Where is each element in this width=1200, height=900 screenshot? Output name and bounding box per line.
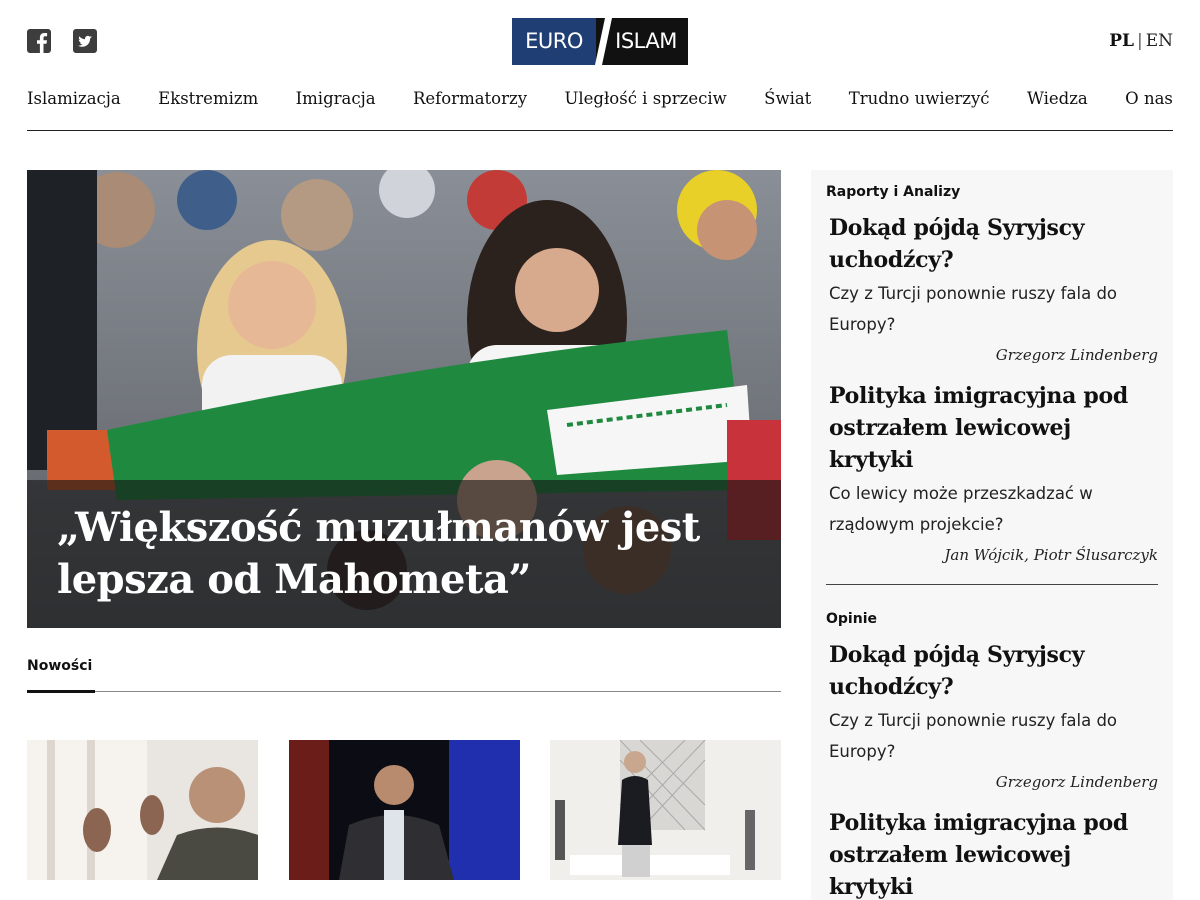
- news-section-label: Nowości: [27, 658, 93, 674]
- sidebar-section-title: Opinie: [826, 611, 877, 627]
- sidebar-article[interactable]: Polityka imigracyjna pod ostrzałem lewic…: [826, 807, 1158, 900]
- sidebar-article[interactable]: Dokąd pójdą Syryjscy uchodźcy? Czy z Tur…: [826, 639, 1158, 791]
- lang-en[interactable]: EN: [1146, 31, 1173, 51]
- article-title[interactable]: Dokąd pójdą Syryjscy uchodźcy?: [829, 212, 1158, 276]
- social-links: [27, 29, 97, 53]
- hero-title[interactable]: „Większość muzułmanów jest lepsza od Mah…: [57, 502, 751, 606]
- nav-item-imigracja[interactable]: Imigracja: [296, 89, 376, 130]
- nav-item-wiedza[interactable]: Wiedza: [1027, 89, 1088, 130]
- sidebar: Raporty i Analizy Dokąd pójdą Syryjscy u…: [811, 170, 1173, 900]
- language-switch: PL | EN: [1109, 31, 1173, 51]
- sidebar-section-title: Raporty i Analizy: [826, 184, 961, 200]
- article-lead: Czy z Turcji ponownie ruszy fala do Euro…: [829, 711, 1118, 761]
- news-thumb-2[interactable]: [288, 740, 520, 880]
- logo-text-euro: EURO: [512, 18, 596, 65]
- article-title[interactable]: Polityka imigracyjna pod ostrzałem lewic…: [829, 380, 1158, 476]
- news-thumbnails: [27, 740, 781, 880]
- lang-pl[interactable]: PL: [1109, 31, 1134, 51]
- main-nav: Islamizacja Ekstremizm Imigracja Reforma…: [27, 89, 1173, 131]
- sidebar-divider: [826, 584, 1158, 585]
- article-author: Grzegorz Lindenberg: [995, 346, 1158, 364]
- nav-item-trudno-uwierzyc[interactable]: Trudno uwierzyć: [849, 89, 990, 130]
- article-author: Jan Wójcik, Piotr Ślusarczyk: [944, 546, 1158, 564]
- hero-article[interactable]: „Większość muzułmanów jest lepsza od Mah…: [27, 170, 781, 628]
- site-logo[interactable]: EURO ISLAM: [512, 18, 688, 65]
- sidebar-article[interactable]: Dokąd pójdą Syryjscy uchodźcy? Czy z Tur…: [826, 212, 1158, 364]
- logo-slash: [595, 18, 612, 65]
- news-section-underline: [27, 690, 95, 693]
- lang-separator: |: [1136, 31, 1143, 51]
- news-section-header: Nowości: [27, 655, 781, 693]
- nav-item-swiat[interactable]: Świat: [764, 89, 811, 130]
- news-thumb-3[interactable]: [550, 740, 781, 880]
- nav-item-reformatorzy[interactable]: Reformatorzy: [413, 89, 527, 130]
- nav-item-o-nas[interactable]: O nas: [1125, 89, 1173, 130]
- facebook-icon[interactable]: [27, 29, 51, 53]
- sidebar-article[interactable]: Polityka imigracyjna pod ostrzałem lewic…: [826, 380, 1158, 564]
- article-title[interactable]: Dokąd pójdą Syryjscy uchodźcy?: [829, 639, 1158, 703]
- news-thumb-1[interactable]: [27, 740, 258, 880]
- article-author: Grzegorz Lindenberg: [995, 773, 1158, 791]
- twitter-icon[interactable]: [73, 29, 97, 53]
- nav-item-islamizacja[interactable]: Islamizacja: [27, 89, 121, 130]
- hero-caption: „Większość muzułmanów jest lepsza od Mah…: [27, 480, 781, 628]
- article-lead: Czy z Turcji ponownie ruszy fala do Euro…: [829, 284, 1118, 334]
- article-title[interactable]: Polityka imigracyjna pod ostrzałem lewic…: [829, 807, 1158, 900]
- nav-item-ekstremizm[interactable]: Ekstremizm: [158, 89, 258, 130]
- nav-item-ulegosc[interactable]: Uległość i sprzeciw: [564, 89, 726, 130]
- article-lead: Co lewicy może przeszkadzać w rządowym p…: [829, 484, 1093, 534]
